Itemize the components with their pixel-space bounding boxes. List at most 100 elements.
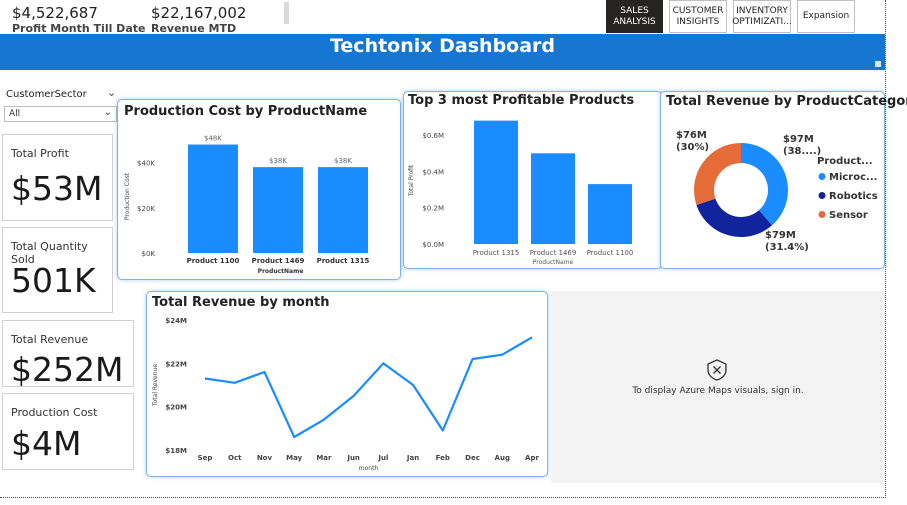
bar — [188, 144, 238, 253]
bar — [474, 120, 518, 244]
card-value: $53M — [11, 169, 103, 208]
revenue-by-month-line: $18M $20M $22M $24M Total Revenue Sep Oct Nov Ma… — [152, 317, 539, 472]
card-total-revenue[interactable]: Total Revenue $252M — [2, 320, 134, 389]
x-axis-label: ProductName — [258, 268, 304, 275]
x-tick-label: Sep — [198, 454, 213, 462]
card-value: 501K — [11, 261, 96, 300]
map-error-icon — [707, 359, 727, 381]
revenue-by-month-panel[interactable]: Total Revenue by month $18M $20M $22M $24M T… — [146, 291, 548, 477]
slice-value-label: $76M — [676, 130, 707, 141]
slice-value-label: $79M — [765, 230, 796, 241]
y-tick-label: $18M — [165, 447, 187, 455]
top-profitable-chart: $0.0M $0.2M $0.4M $0.6M Total Profit Product … — [408, 120, 634, 266]
customer-sector-dropdown[interactable]: All ⌄ — [4, 106, 117, 122]
series-line — [204, 336, 533, 439]
x-tick-label: Product 1100 — [187, 257, 240, 265]
legend-title: Product... — [817, 156, 873, 167]
card-value: $4M — [11, 424, 82, 463]
legend-label: Microc... — [829, 172, 877, 183]
card-label: Production Cost — [11, 406, 98, 419]
slicer-selected-value: All — [9, 109, 21, 119]
title-banner: Techtonix Dashboard — [0, 34, 885, 70]
x-tick-label: Aug — [495, 454, 510, 462]
donut-slice — [741, 143, 788, 226]
bar — [253, 167, 303, 253]
banner-corner-marker — [875, 61, 881, 67]
production-cost-chart-panel[interactable]: Production Cost by ProductName $0K $20K $4… — [117, 99, 401, 280]
y-tick-label: $24M — [165, 317, 187, 325]
x-tick-label: Mar — [316, 454, 332, 462]
y-axis-label: Total Profit — [408, 164, 415, 197]
slicer-title: CustomerSector — [6, 89, 87, 100]
top-profitable-chart-panel[interactable]: Top 3 most Profitable Products $0.0M $0.2… — [403, 91, 662, 269]
y-tick-label: $0.4M — [422, 168, 444, 176]
card-label: Total Profit — [11, 147, 69, 160]
revenue-mtd-value: $22,167,002 — [151, 4, 247, 22]
y-axis-label: Total Revenue — [152, 364, 159, 407]
x-tick-label: Nov — [257, 454, 273, 462]
x-tick-label: Product 1315 — [317, 257, 370, 265]
revenue-by-category-panel[interactable]: Total Revenue by ProductCategory $97M (38… — [660, 91, 907, 269]
y-tick-label: $0K — [142, 250, 156, 258]
card-production-cost[interactable]: Production Cost $4M — [2, 393, 134, 470]
card-value: $252M — [11, 350, 124, 389]
x-tick-label: Oct — [228, 454, 242, 462]
data-label: $38K — [334, 157, 352, 165]
donut-slice — [696, 198, 773, 237]
slice-value-label: $97M — [783, 134, 814, 145]
x-tick-label: Feb — [436, 454, 450, 462]
y-tick-label: $0.6M — [422, 132, 444, 140]
dashboard-canvas: $4,522,687 Profit Month Till Date $22,16… — [0, 0, 907, 505]
bar — [531, 153, 575, 244]
x-tick-label: Product 1315 — [473, 249, 520, 257]
production-cost-chart: $0K $20K $40K Production Cost $48K Product 11… — [124, 135, 370, 275]
kpi-strip-divider — [284, 2, 289, 24]
x-tick-label: Product 1469 — [530, 249, 577, 257]
y-axis-label: Production Cost — [124, 172, 131, 220]
x-tick-label: Product 1100 — [587, 249, 634, 257]
chevron-down-icon: ⌄ — [103, 107, 112, 118]
tab-inventory-optimization[interactable]: INVENTORY OPTIMIZATI... — [732, 0, 792, 33]
x-tick-label: Product 1469 — [252, 257, 305, 265]
top-kpi-strip: $4,522,687 Profit Month Till Date $22,16… — [0, 0, 292, 36]
azure-map-placeholder[interactable]: To display Azure Maps visuals, sign in. — [551, 291, 885, 483]
profit-mtd-value: $4,522,687 — [12, 4, 98, 22]
y-tick-label: $20M — [165, 404, 187, 412]
x-tick-label: Dec — [465, 454, 480, 462]
map-sign-in-message: To display Azure Maps visuals, sign in. — [632, 386, 804, 396]
page-border-bottom — [0, 497, 886, 498]
x-tick-label: Jul — [377, 454, 388, 462]
legend-marker — [818, 173, 826, 180]
x-axis-label: month — [359, 465, 379, 472]
legend-label: Sensor — [829, 210, 868, 221]
slice-percent-label: (31.4%) — [765, 242, 809, 253]
card-total-profit[interactable]: Total Profit $53M — [2, 134, 113, 221]
tab-expansion[interactable]: Expansion — [797, 0, 855, 33]
legend-marker — [818, 211, 826, 218]
y-tick-label: $20K — [137, 205, 155, 213]
x-tick-label: Jan — [406, 454, 419, 462]
x-axis-label: ProductName — [533, 259, 574, 266]
card-label: Total Revenue — [11, 333, 89, 346]
tab-customer-insights[interactable]: CUSTOMER INSIGHTS — [669, 0, 727, 33]
bar — [588, 184, 632, 244]
slice-percent-label: (38....) — [783, 146, 821, 157]
tab-sales-analysis[interactable]: SALES ANALYSIS — [606, 0, 663, 33]
data-label: $48K — [204, 135, 222, 143]
x-tick-label: Jun — [346, 454, 360, 462]
legend-marker — [818, 192, 826, 199]
slice-percent-label: (30%) — [676, 142, 709, 153]
revenue-by-category-donut: $97M(38....) $79M(31.4%) $76M(30%) Product.… — [676, 130, 878, 253]
y-tick-label: $22M — [165, 360, 187, 368]
x-tick-label: May — [286, 454, 302, 462]
x-tick-label: Apr — [525, 454, 539, 462]
page-title: Techtonix Dashboard — [329, 35, 556, 57]
card-total-quantity-sold[interactable]: Total Quantity Sold 501K — [2, 227, 113, 313]
y-tick-label: $0.2M — [422, 205, 444, 213]
bar — [318, 167, 368, 253]
slicer-collapse-chevron-icon[interactable]: ⌄ — [107, 86, 116, 99]
legend-label: Robotics — [829, 191, 878, 202]
data-label: $38K — [269, 157, 287, 165]
y-tick-label: $40K — [137, 160, 155, 168]
y-tick-label: $0.0M — [422, 241, 444, 249]
